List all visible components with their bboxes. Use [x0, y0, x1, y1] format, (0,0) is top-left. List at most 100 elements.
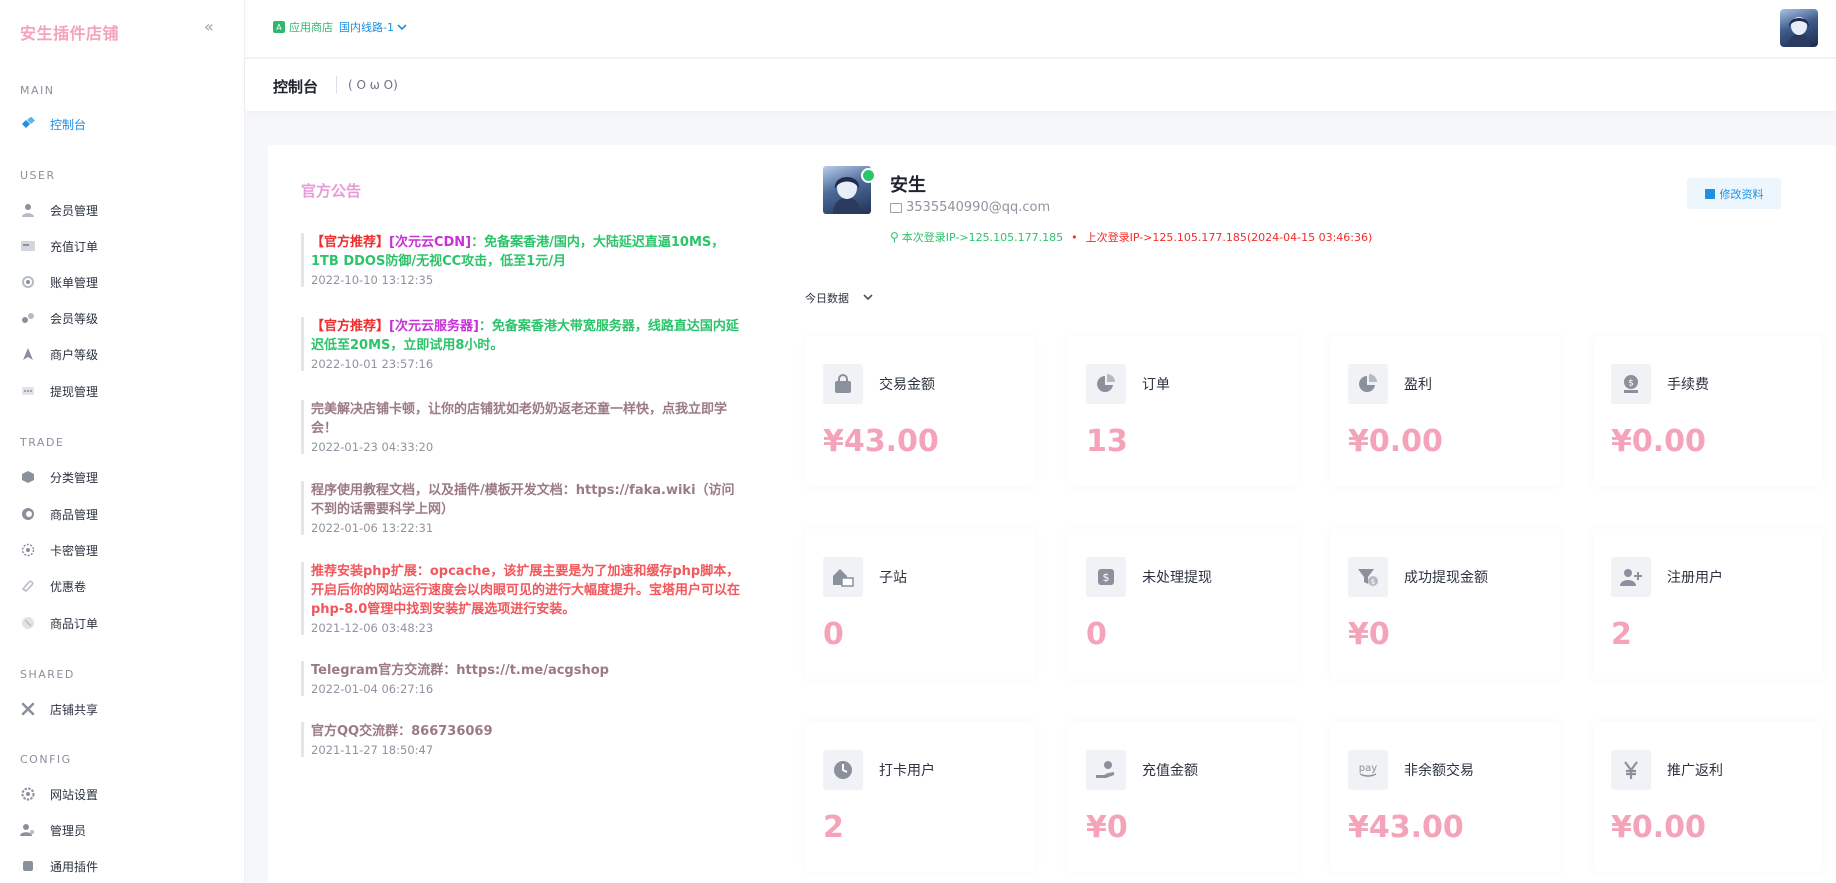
merchant-icon [20, 346, 36, 362]
sidebar-item-site-settings[interactable]: 网站设置 [20, 784, 98, 804]
announcement-item[interactable]: 【官方推荐】[次元云CDN]：免备案香港/国内，大陆延迟直逼10MS，1TB D… [301, 233, 741, 287]
settings-icon [20, 786, 36, 802]
announcement-time: 2021-11-27 18:50:47 [311, 743, 434, 757]
stat-card-checkin-users[interactable]: 打卡用户 2 [805, 722, 1035, 872]
stat-label: 打卡用户 [879, 763, 935, 779]
svg-text:pay: pay [1359, 763, 1377, 774]
sidebar-item-coupons[interactable]: 优惠卷 [20, 576, 86, 596]
announcement-item[interactable]: Telegram官方交流群：https://t.me/acgshop 2022-… [301, 661, 741, 696]
stat-label: 非余额交易 [1404, 763, 1474, 779]
pie-chart-icon [1348, 364, 1388, 404]
yen-icon [1611, 750, 1651, 790]
stat-card-non-balance-trades[interactable]: pay 非余额交易 ¥43.00 [1330, 722, 1560, 872]
stat-card-pending-withdrawals[interactable]: $ 未处理提现 0 [1068, 529, 1298, 679]
sidebar-item-members[interactable]: 会员管理 [20, 200, 98, 220]
sidebar-item-recharge-orders[interactable]: 充值订单 [20, 236, 98, 256]
location-pin-icon: ⚲ [890, 230, 899, 244]
stat-card-profit[interactable]: 盈利 ¥0.00 [1330, 336, 1560, 486]
sidebar-item-admins[interactable]: 管理员 [20, 820, 86, 840]
sidebar-item-label: 会员管理 [50, 203, 99, 218]
store-label: 应用商店 [289, 21, 333, 34]
announcement-item[interactable]: 【官方推荐】[次元云服务器]：免备案香港大带宽服务器，线路直达国内延迟低至20M… [301, 317, 741, 371]
stat-label: 手续费 [1667, 377, 1709, 393]
stat-card-recharge-amount[interactable]: 充值金额 ¥0 [1068, 722, 1298, 872]
announcement-text: 官方QQ交流群：866736069 [311, 724, 493, 739]
collapse-sidebar-icon[interactable]: « [204, 18, 222, 36]
dashboard-icon [20, 116, 36, 132]
admin-icon [20, 822, 36, 838]
sidebar-item-label: 会员等级 [50, 311, 99, 326]
sidebar-item-label: 卡密管理 [50, 543, 99, 558]
page-header: 控制台 ( O ω O) [245, 59, 1836, 111]
stat-label: 成功提现金额 [1404, 570, 1488, 586]
mail-icon [890, 202, 902, 213]
pie-chart-icon [1086, 364, 1126, 404]
nav-section-shared: SHARED [20, 668, 75, 681]
announcement-text: 程序使用教程文档，以及插件/模板开发文档：https://faka.wiki（访… [311, 483, 735, 517]
stat-label: 未处理提现 [1142, 570, 1212, 586]
stat-value: 2 [1611, 617, 1632, 652]
stat-value: 0 [823, 617, 844, 652]
today-label: 今日数据 [805, 292, 849, 305]
announcement-item[interactable]: 程序使用教程文档，以及插件/模板开发文档：https://faka.wiki（访… [301, 481, 741, 535]
stat-card-fees[interactable]: $ 手续费 ¥0.00 [1593, 336, 1823, 486]
sidebar-item-label: 商品管理 [50, 507, 99, 522]
sidebar-item-categories[interactable]: 分类管理 [20, 467, 98, 487]
hand-money-icon [1086, 750, 1126, 790]
order-icon [20, 615, 36, 631]
today-data-dropdown[interactable]: 今日数据 [805, 290, 873, 306]
current-login-ip: 本次登录IP->125.105.177.185 [901, 231, 1064, 244]
funnel-dollar-icon: $ [1348, 557, 1388, 597]
sidebar-item-merchant-levels[interactable]: 商户等级 [20, 344, 98, 364]
stat-value: ¥43.00 [823, 424, 939, 459]
stat-card-trade-amount[interactable]: 交易金额 ¥43.00 [805, 336, 1035, 486]
sidebar-item-label: 账单管理 [50, 275, 99, 290]
page-subtitle: ( O ω O) [348, 78, 398, 92]
announcement-text: 完美解决店铺卡顿，让你的店铺犹如老奶奶返老还童一样快，点我立即学会！ [311, 402, 728, 436]
stat-label: 推广返利 [1667, 763, 1723, 779]
brand-logo[interactable]: 安生插件店铺 [20, 20, 119, 44]
sidebar-item-dashboard[interactable]: 控制台 [20, 114, 86, 134]
announcement-item[interactable]: 推荐安装php扩展：opcache，该扩展主要是为了加速和缓存php脚本，开启后… [301, 562, 741, 635]
announcement-item[interactable]: 官方QQ交流群：866736069 2021-11-27 18:50:47 [301, 722, 741, 757]
announcement-text: Telegram官方交流群：https://t.me/acgshop [311, 663, 609, 678]
category-icon [20, 469, 36, 485]
sidebar-item-label: 充值订单 [50, 239, 99, 254]
stat-card-registered-users[interactable]: 注册用户 2 [1593, 529, 1823, 679]
separator-dot: • [1071, 230, 1078, 244]
share-icon [20, 701, 36, 717]
edit-profile-label: 修改资料 [1719, 187, 1764, 201]
sidebar-item-goods-orders[interactable]: 商品订单 [20, 613, 98, 633]
sidebar-item-card-keys[interactable]: 卡密管理 [20, 540, 98, 560]
announcement-time: 2022-10-01 23:57:16 [311, 357, 434, 371]
user-avatar[interactable] [1780, 9, 1818, 47]
announcement-item[interactable]: 完美解决店铺卡顿，让你的店铺犹如老奶奶返老还童一样快，点我立即学会！ 2022-… [301, 400, 741, 454]
stat-value: ¥0.00 [1611, 424, 1706, 459]
app-store-icon: A [273, 21, 285, 33]
svg-text:$: $ [1103, 571, 1110, 584]
edit-icon [1704, 188, 1715, 199]
sidebar-item-withdrawals[interactable]: 提现管理 [20, 381, 98, 401]
chevron-down-icon [397, 21, 407, 34]
chevron-down-icon [863, 293, 873, 304]
stat-card-referral-rebates[interactable]: 推广返利 ¥0.00 [1593, 722, 1823, 872]
pay-icon: pay [1348, 750, 1388, 790]
stat-card-successful-withdrawals[interactable]: $ 成功提现金额 ¥0 [1330, 529, 1560, 679]
announcement-time: 2022-01-06 13:22:31 [311, 521, 434, 535]
stat-card-orders[interactable]: 订单 13 [1068, 336, 1298, 486]
store-line-selector[interactable]: A 应用商店 国内线路-1 [273, 19, 407, 35]
sidebar-item-plugins[interactable]: 通用插件 [20, 856, 98, 876]
stat-card-substations[interactable]: 子站 0 [805, 529, 1035, 679]
sidebar-item-bills[interactable]: 账单管理 [20, 272, 98, 292]
profile-name: 安生 [890, 175, 926, 196]
sidebar-item-goods[interactable]: 商品管理 [20, 504, 98, 524]
bill-icon [20, 274, 36, 290]
sidebar-item-label: 商户等级 [50, 347, 99, 362]
stat-value: 2 [823, 810, 844, 845]
sidebar-item-label: 控制台 [50, 117, 87, 132]
edit-profile-button[interactable]: 修改资料 [1687, 178, 1781, 209]
announcement-time: 2021-12-06 03:48:23 [311, 621, 434, 635]
bag-icon [823, 364, 863, 404]
sidebar-item-store-share[interactable]: 店铺共享 [20, 699, 98, 719]
sidebar-item-member-levels[interactable]: 会员等级 [20, 308, 98, 328]
